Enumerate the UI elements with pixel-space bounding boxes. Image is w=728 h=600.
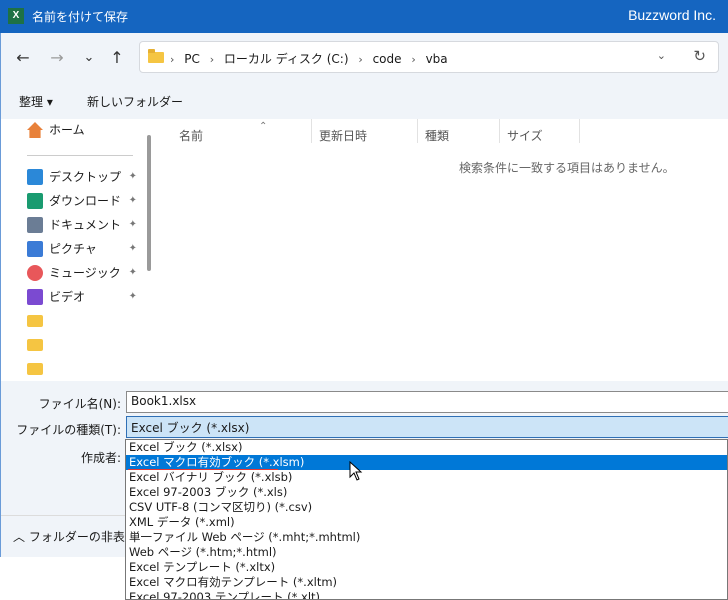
column-header-name[interactable]: ⌃ 名前: [179, 121, 267, 144]
filename-input[interactable]: Book1.xlsx: [126, 391, 728, 413]
filetype-option[interactable]: Excel テンプレート (*.xltx): [126, 560, 727, 575]
sidebar-item-desktop[interactable]: デスクトップ ✦: [27, 166, 147, 188]
chevron-right-icon: ›: [209, 53, 215, 66]
breadcrumb-vba[interactable]: vba: [426, 52, 448, 66]
title-bar: X 名前を付けて保存 Buzzword Inc.: [0, 0, 728, 33]
sidebar-item-label: ミュージック: [49, 266, 121, 280]
sidebar-scrollbar[interactable]: [147, 135, 151, 271]
filetype-option-selected[interactable]: Excel マクロ有効ブック (*.xlsm): [126, 455, 727, 470]
back-button[interactable]: ←: [11, 47, 35, 69]
filetype-option[interactable]: 単一ファイル Web ページ (*.mht;*.mhtml): [126, 530, 727, 545]
pin-icon: ✦: [128, 171, 137, 182]
filetype-option[interactable]: CSV UTF-8 (コンマ区切り) (*.csv): [126, 500, 727, 515]
dialog-title: 名前を付けて保存: [32, 10, 129, 24]
sidebar-item-label: ダウンロード: [49, 194, 122, 208]
filetype-option[interactable]: Excel 97-2003 ブック (*.xls): [126, 485, 727, 500]
sidebar-item-pictures[interactable]: ピクチャ ✦: [27, 238, 147, 260]
sidebar-item-label: ドキュメント: [49, 218, 122, 232]
sidebar-item-label: ホーム: [49, 123, 85, 137]
filetype-option[interactable]: Web ページ (*.htm;*.html): [126, 545, 727, 560]
filetype-option[interactable]: XML データ (*.xml): [126, 515, 727, 530]
document-icon: [27, 217, 43, 233]
sidebar-item-music[interactable]: ミュージック ✦: [27, 262, 147, 284]
chevron-right-icon: ›: [411, 53, 416, 66]
folder-icon: [27, 315, 43, 327]
sidebar-item-documents[interactable]: ドキュメント ✦: [27, 214, 147, 236]
organize-button[interactable]: 整理 ▾: [19, 93, 53, 110]
video-icon: [27, 289, 43, 305]
mouse-cursor-icon: [349, 461, 363, 481]
music-icon: [27, 265, 43, 281]
column-separator[interactable]: [417, 119, 418, 143]
column-separator[interactable]: [499, 119, 500, 143]
folder-icon: [148, 49, 164, 63]
navigation-pane: ホーム デスクトップ ✦ ダウンロード ✦ ドキュメント ✦ ピクチャ ✦ ミュ…: [1, 119, 159, 381]
address-dropdown-button[interactable]: ⌄: [657, 49, 666, 62]
column-header-modified[interactable]: 更新日時: [319, 127, 367, 144]
refresh-button[interactable]: ↻: [693, 47, 706, 65]
filetype-label: ファイルの種類(T):: [16, 423, 121, 437]
filetype-option[interactable]: Excel マクロ有効テンプレート (*.xltm): [126, 575, 727, 590]
recent-locations-button[interactable]: ⌄: [77, 47, 101, 69]
folder-icon: [27, 339, 43, 351]
up-button[interactable]: ↑: [105, 47, 129, 69]
filetype-select[interactable]: Excel ブック (*.xlsx): [126, 416, 728, 438]
picture-icon: [27, 241, 43, 257]
sidebar-item-label: デスクトップ: [49, 170, 122, 184]
column-label: 名前: [179, 129, 204, 143]
chevron-right-icon: ›: [170, 53, 175, 66]
sidebar-item-videos[interactable]: ビデオ ✦: [27, 286, 147, 308]
column-header-size[interactable]: サイズ: [507, 127, 543, 144]
home-icon: [27, 122, 43, 138]
pin-icon: ✦: [128, 243, 137, 254]
filetype-option[interactable]: Excel バイナリ ブック (*.xlsb): [126, 470, 727, 485]
filetype-dropdown-list[interactable]: Excel ブック (*.xlsx) Excel マクロ有効ブック (*.xls…: [125, 439, 728, 600]
forward-button[interactable]: →: [45, 47, 69, 69]
author-label: 作成者:: [80, 451, 121, 465]
toolbar: 整理 ▾ 新しいフォルダー: [1, 83, 728, 119]
hide-folders-button[interactable]: ︿ フォルダーの非表示: [13, 528, 137, 545]
brand-label: Buzzword Inc.: [628, 7, 716, 23]
chevron-right-icon: ›: [358, 53, 363, 66]
sidebar-item-label: ピクチャ: [49, 242, 97, 256]
breadcrumb-pc[interactable]: PC: [184, 52, 200, 66]
sidebar-divider: [27, 155, 133, 156]
chevron-up-icon: ︿: [13, 530, 26, 544]
sidebar-item-downloads[interactable]: ダウンロード ✦: [27, 190, 147, 212]
hide-folders-label: フォルダーの非表示: [28, 530, 137, 544]
address-bar[interactable]: › PC › ローカル ディスク (C:) › code › vba ⌄ ↻: [139, 41, 719, 73]
empty-message: 検索条件に一致する項目はありません。: [459, 161, 675, 175]
navigation-bar: ← → ⌄ ↑ › PC › ローカル ディスク (C:) › code › v…: [1, 33, 728, 83]
pin-icon: ✦: [128, 267, 137, 278]
sidebar-folder[interactable]: [27, 310, 147, 332]
column-separator[interactable]: [311, 119, 312, 143]
sort-up-icon: ⌃: [259, 121, 268, 132]
highlight-underline: [128, 469, 278, 470]
pin-icon: ✦: [128, 291, 137, 302]
desktop-icon: [27, 169, 43, 185]
filetype-option[interactable]: Excel ブック (*.xlsx): [126, 440, 727, 455]
folder-icon: [27, 363, 43, 375]
download-icon: [27, 193, 43, 209]
sidebar-item-label: ビデオ: [49, 290, 86, 304]
sidebar-folder[interactable]: [27, 334, 147, 356]
breadcrumb: › PC › ローカル ディスク (C:) › code › vba: [170, 50, 454, 67]
sidebar-folder[interactable]: [27, 358, 147, 380]
file-list: ⌃ 名前 更新日時 種類 サイズ 検索条件に一致する項目はありません。: [159, 119, 728, 381]
new-folder-button[interactable]: 新しいフォルダー: [87, 93, 183, 110]
sidebar-item-home[interactable]: ホーム: [27, 119, 147, 141]
column-separator[interactable]: [579, 119, 580, 143]
pin-icon: ✦: [128, 195, 137, 206]
excel-app-icon: X: [8, 8, 24, 24]
filetype-option[interactable]: Excel 97-2003 テンプレート (*.xlt): [126, 590, 727, 599]
pin-icon: ✦: [128, 219, 137, 230]
breadcrumb-code[interactable]: code: [373, 52, 402, 66]
filename-label: ファイル名(N):: [38, 397, 121, 411]
column-header-type[interactable]: 種類: [425, 127, 449, 144]
breadcrumb-local-disk[interactable]: ローカル ディスク (C:): [224, 52, 349, 66]
